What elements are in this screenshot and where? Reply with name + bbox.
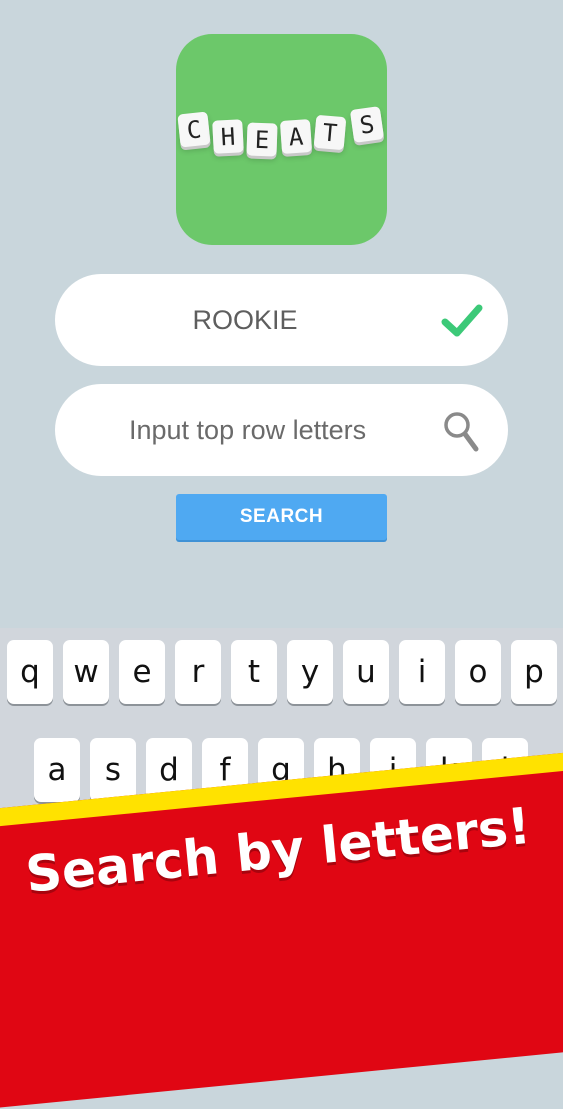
tile-letter: C: [177, 111, 211, 148]
key-r[interactable]: r: [175, 640, 221, 704]
top-row-letters-input[interactable]: [129, 408, 429, 452]
key-e[interactable]: e: [119, 640, 165, 704]
tile-letter: T: [313, 114, 347, 151]
key-p[interactable]: p: [511, 640, 557, 704]
key-y[interactable]: y: [287, 640, 333, 704]
magnifier-icon[interactable]: [442, 410, 480, 454]
key-a[interactable]: a: [34, 738, 80, 802]
letters-field[interactable]: [55, 384, 508, 476]
tile-letter: A: [279, 118, 313, 155]
key-t[interactable]: t: [231, 640, 277, 704]
cheats-app-icon: C H E A T S: [176, 34, 387, 245]
key-o[interactable]: o: [455, 640, 501, 704]
key-i[interactable]: i: [399, 640, 445, 704]
key-u[interactable]: u: [343, 640, 389, 704]
word-value: ROOKIE: [192, 305, 298, 335]
tile-letter: E: [246, 122, 278, 157]
checkmark-icon: [441, 304, 483, 337]
tile-letter: S: [349, 106, 385, 143]
key-s[interactable]: s: [90, 738, 136, 802]
key-q[interactable]: q: [7, 640, 53, 704]
tile-letter: H: [212, 119, 244, 154]
key-w[interactable]: w: [63, 640, 109, 704]
search-button[interactable]: SEARCH: [176, 494, 387, 540]
